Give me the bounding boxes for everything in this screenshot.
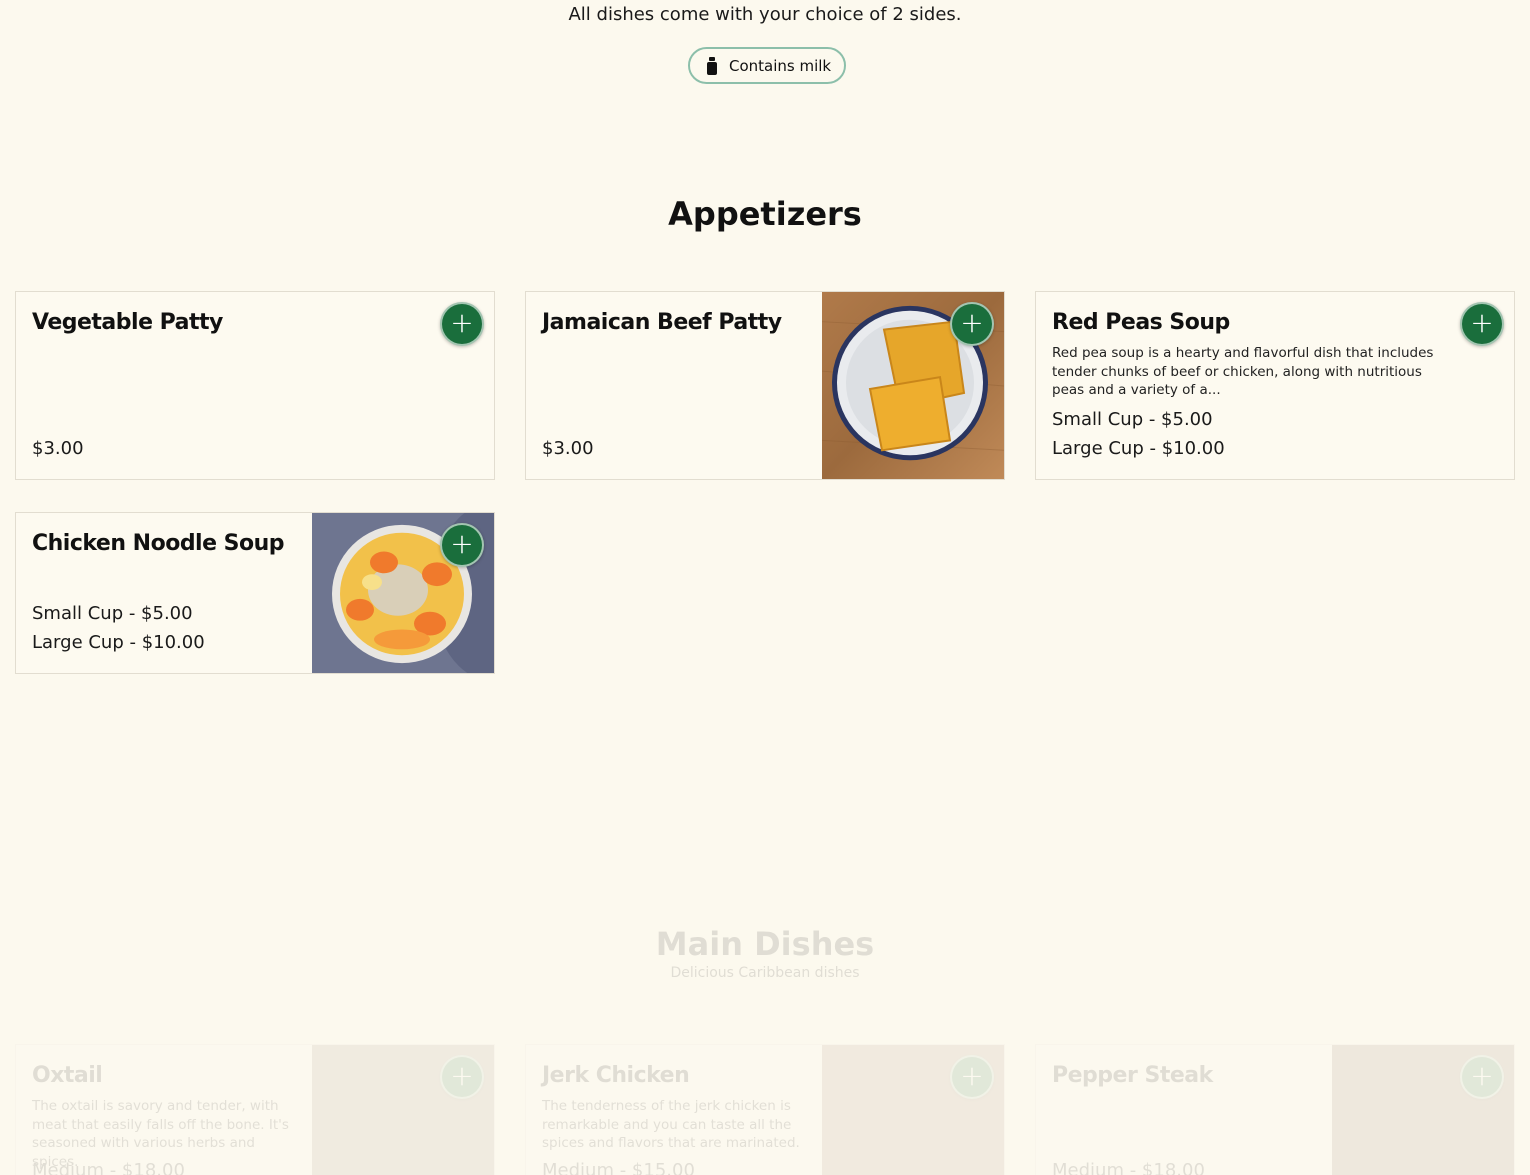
menu-card-jamaican-beef-patty[interactable]: Jamaican Beef Patty $3.00 + bbox=[525, 291, 1005, 480]
item-description: The tenderness of the jerk chicken is re… bbox=[542, 1098, 800, 1151]
item-price-small: Small Cup - $5.00 bbox=[1052, 409, 1213, 430]
item-price: Medium - $18.00 bbox=[1052, 1160, 1205, 1175]
item-price-large: Large Cup - $10.00 bbox=[1052, 438, 1225, 459]
sides-note: All dishes come with your choice of 2 si… bbox=[568, 4, 962, 25]
menu-card-red-peas-soup[interactable]: Red Peas Soup Red pea soup is a hearty a… bbox=[1035, 291, 1515, 480]
item-name: Jamaican Beef Patty bbox=[542, 310, 782, 335]
item-name: Red Peas Soup bbox=[1052, 310, 1230, 335]
add-to-cart-button[interactable]: + bbox=[1460, 1055, 1504, 1099]
item-price-small: Small Cup - $5.00 bbox=[32, 603, 193, 624]
item-name: Vegetable Patty bbox=[32, 310, 223, 335]
section-title-main-dishes: Main Dishes bbox=[655, 925, 875, 963]
menu-card-vegetable-patty[interactable]: Vegetable Patty $3.00 + bbox=[15, 291, 495, 480]
add-to-cart-button[interactable]: + bbox=[440, 302, 484, 346]
item-name: Chicken Noodle Soup bbox=[32, 531, 285, 556]
menu-card-oxtail[interactable]: Oxtail The oxtail is savory and tender, … bbox=[15, 1044, 495, 1175]
item-description: Red pea soup is a hearty and flavorful d… bbox=[1052, 345, 1434, 398]
tag-label: Contains milk bbox=[729, 56, 832, 75]
menu-card-pepper-steak[interactable]: Pepper Steak Medium - $18.00 + bbox=[1035, 1044, 1515, 1175]
add-to-cart-button[interactable]: + bbox=[440, 523, 484, 567]
plus-icon: + bbox=[450, 526, 474, 560]
item-name: Oxtail bbox=[32, 1063, 103, 1088]
item-price-large: Large Cup - $10.00 bbox=[32, 632, 205, 653]
milk-bottle-icon bbox=[705, 56, 719, 75]
item-name: Jerk Chicken bbox=[542, 1063, 690, 1088]
contains-milk-tag[interactable]: Contains milk bbox=[688, 47, 847, 84]
add-to-cart-button[interactable]: + bbox=[950, 302, 994, 346]
plus-icon: + bbox=[450, 1058, 474, 1092]
item-price: Medium - $18.00 bbox=[32, 1160, 185, 1175]
add-to-cart-button[interactable]: + bbox=[950, 1055, 994, 1099]
item-price: Medium - $15.00 bbox=[542, 1160, 695, 1175]
menu-page: All dishes come with your choice of 2 si… bbox=[0, 0, 1530, 1175]
plus-icon: + bbox=[450, 305, 474, 339]
menu-card-chicken-noodle-soup[interactable]: Chicken Noodle Soup Small Cup - $5.00 La… bbox=[15, 512, 495, 674]
plus-icon: + bbox=[960, 1058, 984, 1092]
section-subtitle: Delicious Caribbean dishes bbox=[670, 965, 860, 981]
item-name: Pepper Steak bbox=[1052, 1063, 1213, 1088]
item-price: $3.00 bbox=[542, 438, 594, 459]
item-price: $3.00 bbox=[32, 438, 84, 459]
plus-icon: + bbox=[1470, 1058, 1494, 1092]
add-to-cart-button[interactable]: + bbox=[1460, 302, 1504, 346]
plus-icon: + bbox=[960, 305, 984, 339]
menu-card-jerk-chicken[interactable]: Jerk Chicken The tenderness of the jerk … bbox=[525, 1044, 1005, 1175]
section-title-appetizers: Appetizers bbox=[668, 195, 862, 233]
plus-icon: + bbox=[1470, 305, 1494, 339]
add-to-cart-button[interactable]: + bbox=[440, 1055, 484, 1099]
